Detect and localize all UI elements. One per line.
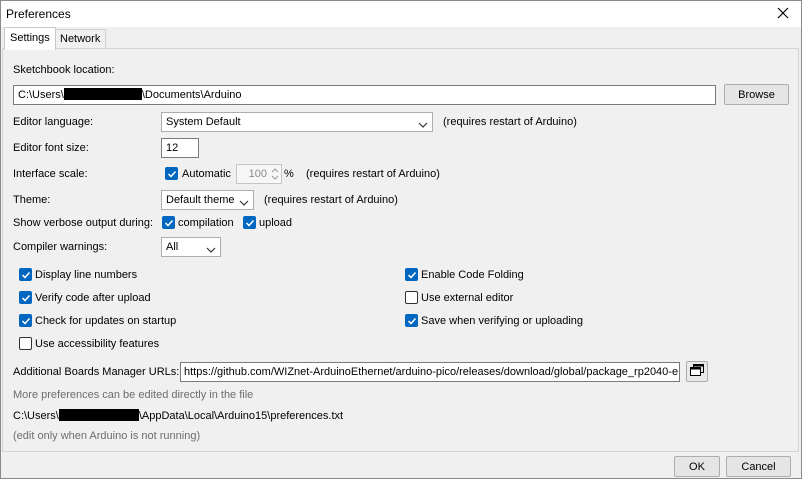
copy-window-icon bbox=[690, 364, 704, 379]
tab-settings[interactable]: Settings bbox=[4, 27, 56, 50]
upload-label: upload bbox=[259, 217, 293, 229]
scale-unit: % bbox=[284, 168, 294, 180]
prefs-path-prefix: C:\Users\ bbox=[13, 410, 59, 422]
close-icon bbox=[777, 7, 789, 22]
button-bar: OK Cancel bbox=[1, 452, 801, 478]
prefs-path-suffix: \AppData\Local\Arduino15\preferences.txt bbox=[138, 410, 344, 422]
font-size-field[interactable]: 12 bbox=[161, 138, 199, 158]
compiler-warnings-select[interactable]: All bbox=[161, 237, 221, 257]
scale-value: 100 bbox=[248, 168, 267, 180]
chevron-down-icon bbox=[206, 242, 216, 260]
checkmark-icon bbox=[21, 294, 31, 302]
display-line-numbers-label: Display line numbers bbox=[35, 269, 138, 281]
code-folding-label: Enable Code Folding bbox=[421, 269, 524, 281]
chevron-down-icon bbox=[418, 117, 428, 135]
redacted-username bbox=[63, 88, 142, 100]
checkmark-icon bbox=[407, 317, 417, 325]
boards-urls-field[interactable]: https://github.com/WIZnet-ArduinoEtherne… bbox=[180, 362, 680, 382]
theme-note: (requires restart of Arduino) bbox=[264, 194, 398, 206]
settings-panel: Sketchbook location: C:\Users\ \Documents… bbox=[2, 48, 799, 452]
sketchbook-path-field[interactable]: C:\Users\ \Documents\Arduino bbox=[13, 85, 716, 105]
sketchbook-label: Sketchbook location: bbox=[13, 64, 115, 76]
interface-scale-note: (requires restart of Arduino) bbox=[306, 168, 440, 180]
accessibility-checkbox[interactable] bbox=[19, 337, 32, 350]
preferences-window: Preferences Settings Network Sketchbook … bbox=[0, 0, 802, 479]
browse-button[interactable]: Browse bbox=[724, 84, 789, 105]
more-preferences-hint: More preferences can be edited directly … bbox=[13, 389, 254, 401]
tab-network[interactable]: Network bbox=[54, 29, 107, 49]
boards-urls-label: Additional Boards Manager URLs: bbox=[13, 366, 180, 378]
checkmark-icon bbox=[167, 170, 177, 178]
sketchbook-path-suffix: \Documents\Arduino bbox=[141, 89, 242, 101]
accessibility-label: Use accessibility features bbox=[35, 338, 160, 350]
compiler-warnings-value: All bbox=[166, 241, 179, 253]
sketchbook-path-prefix: C:\Users\ bbox=[18, 89, 64, 101]
editor-language-note: (requires restart of Arduino) bbox=[443, 116, 577, 128]
ok-button[interactable]: OK bbox=[674, 456, 720, 477]
theme-label: Theme: bbox=[13, 194, 51, 206]
tab-bar: Settings Network bbox=[1, 27, 801, 50]
check-updates-checkbox[interactable] bbox=[19, 314, 32, 327]
cancel-button[interactable]: Cancel bbox=[726, 456, 791, 477]
spinner-arrows-icon[interactable] bbox=[270, 166, 280, 182]
scale-spinner[interactable]: 100 bbox=[236, 164, 282, 184]
checkmark-icon bbox=[21, 317, 31, 325]
compilation-checkbox[interactable] bbox=[162, 216, 175, 229]
compiler-warnings-label: Compiler warnings: bbox=[13, 241, 108, 253]
checkmark-icon bbox=[245, 219, 255, 227]
chevron-down-icon bbox=[239, 195, 249, 213]
code-folding-checkbox[interactable] bbox=[405, 268, 418, 281]
theme-value: Default theme bbox=[166, 194, 235, 206]
preferences-file-path: C:\Users\ \AppData\Local\Arduino15\prefer… bbox=[13, 409, 343, 422]
external-editor-label: Use external editor bbox=[421, 292, 514, 304]
edit-urls-button[interactable] bbox=[686, 361, 708, 382]
verbose-label: Show verbose output during: bbox=[13, 217, 154, 229]
checkmark-icon bbox=[21, 271, 31, 279]
checkmark-icon bbox=[407, 271, 417, 279]
upload-checkbox[interactable] bbox=[243, 216, 256, 229]
save-on-verify-label: Save when verifying or uploading bbox=[421, 315, 584, 327]
window-title: Preferences bbox=[6, 7, 71, 21]
display-line-numbers-checkbox[interactable] bbox=[19, 268, 32, 281]
edit-only-note: (edit only when Arduino is not running) bbox=[13, 430, 201, 442]
redacted-username bbox=[58, 409, 139, 421]
verify-after-upload-label: Verify code after upload bbox=[35, 292, 151, 304]
font-size-label: Editor font size: bbox=[13, 142, 89, 154]
close-button[interactable] bbox=[771, 3, 795, 25]
save-on-verify-checkbox[interactable] bbox=[405, 314, 418, 327]
external-editor-checkbox[interactable] bbox=[405, 291, 418, 304]
interface-scale-label: Interface scale: bbox=[13, 168, 88, 180]
editor-language-select[interactable]: System Default bbox=[161, 112, 433, 132]
title-bar: Preferences bbox=[1, 1, 801, 27]
automatic-label: Automatic bbox=[182, 168, 231, 180]
check-updates-label: Check for updates on startup bbox=[35, 315, 177, 327]
editor-language-label: Editor language: bbox=[13, 116, 94, 128]
editor-language-value: System Default bbox=[166, 116, 241, 128]
verify-after-upload-checkbox[interactable] bbox=[19, 291, 32, 304]
compilation-label: compilation bbox=[178, 217, 234, 229]
checkmark-icon bbox=[164, 219, 174, 227]
theme-select[interactable]: Default theme bbox=[161, 190, 254, 210]
automatic-checkbox[interactable] bbox=[165, 167, 178, 180]
